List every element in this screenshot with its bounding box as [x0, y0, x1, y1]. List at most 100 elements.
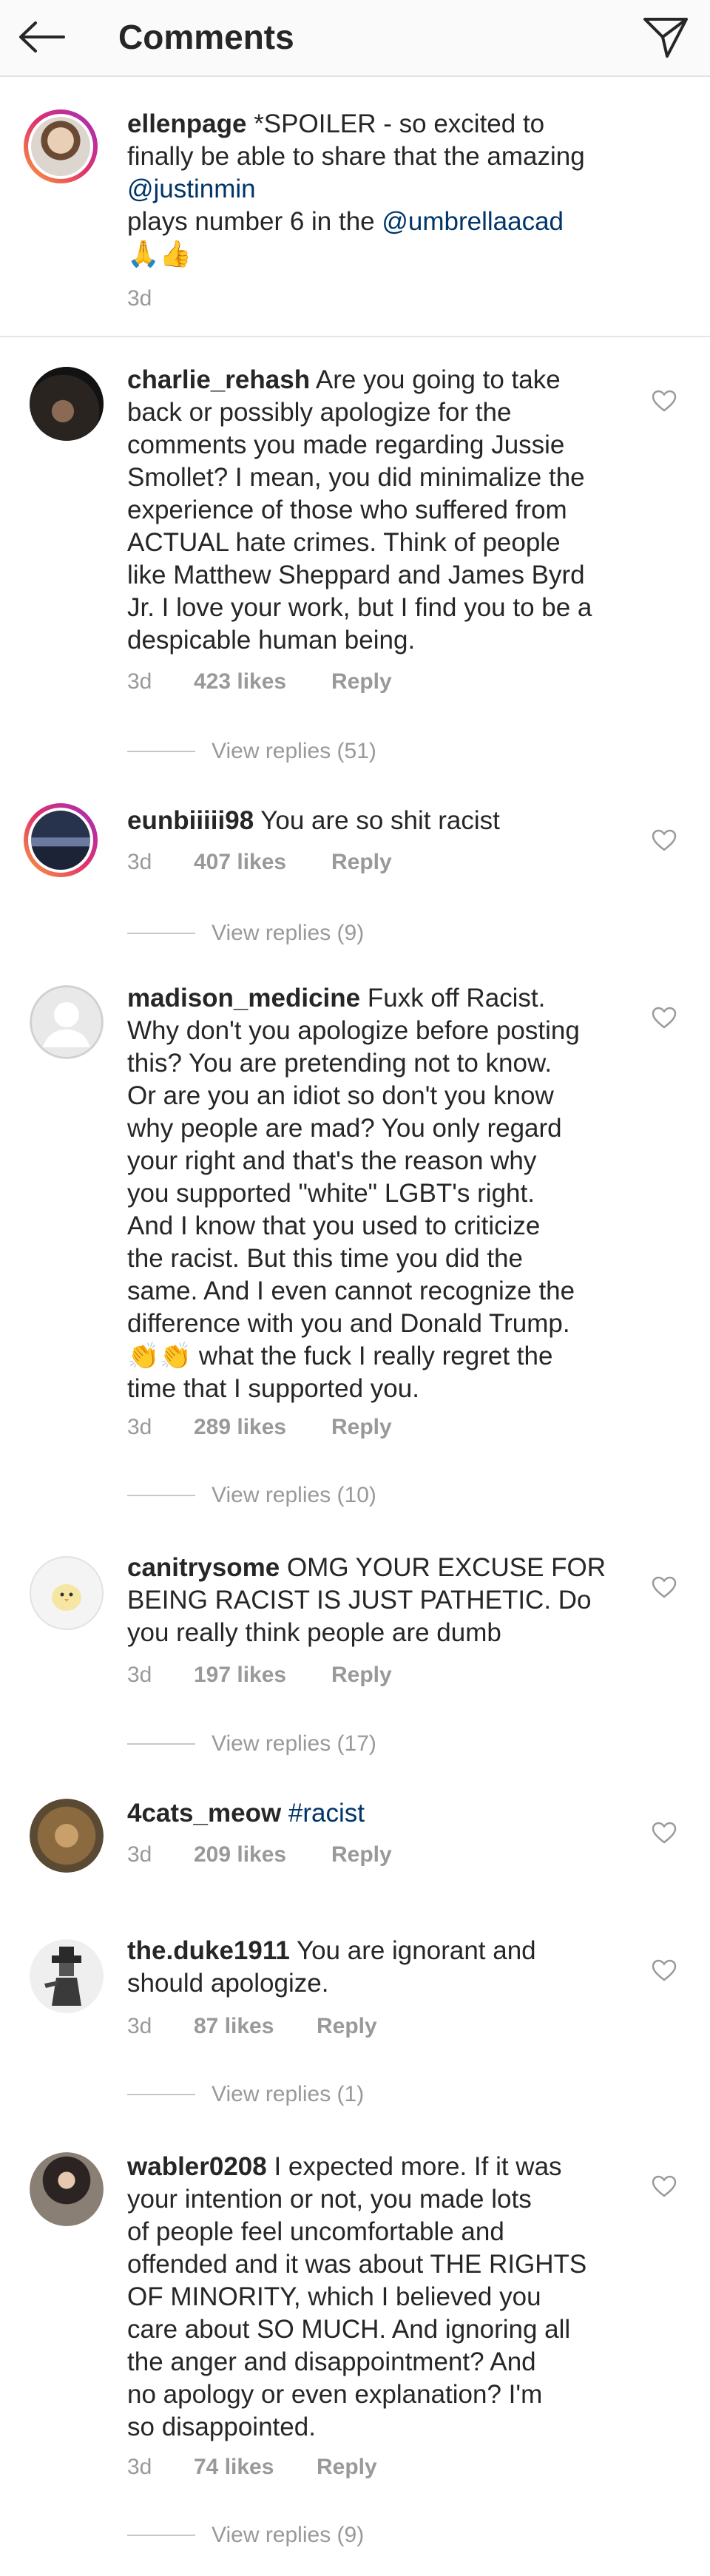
hashtag-link[interactable]: #racist [288, 1799, 365, 1828]
view-replies-label: View replies (9) [212, 921, 365, 945]
share-button[interactable] [639, 10, 692, 64]
reply-button[interactable]: Reply [331, 669, 392, 695]
comment-line: should apologize. [127, 1969, 329, 1998]
view-replies-button[interactable]: View replies (1) [127, 2080, 364, 2109]
comment-text: eunbiiiii98 You are so shit racist [127, 805, 630, 837]
like-button[interactable] [649, 1955, 679, 1985]
comment-line: 👏👏 what the fuck I really regret the [127, 1342, 553, 1370]
comment-line: Are you going to take [315, 365, 561, 394]
divider [127, 1743, 195, 1745]
mention-link[interactable]: @umbrellaacad [382, 207, 564, 236]
like-button[interactable] [649, 825, 679, 855]
comment-line: back or possibly apologize for the [127, 398, 512, 427]
comment-meta: 3d 197 likes Reply [127, 1662, 392, 1688]
like-button[interactable] [649, 2171, 679, 2201]
like-count[interactable]: 74 likes [194, 2454, 317, 2481]
post-caption: ellenpage *SPOILER - so excited to final… [0, 77, 710, 337]
comment-line: offended and it was about THE RIGHTS [127, 2250, 587, 2279]
comment-line: I expected more. If it was [274, 2152, 562, 2181]
comment-line: You are ignorant and [296, 1936, 536, 1965]
divider [127, 1495, 195, 1496]
comment-line: And I know that you used to criticize [127, 1211, 541, 1240]
reply-button[interactable]: Reply [331, 1414, 392, 1441]
comment-username[interactable]: madison_medicine [127, 984, 360, 1013]
timestamp: 3d [127, 1842, 152, 1867]
divider [127, 2535, 195, 2536]
top-bar: Comments [0, 0, 710, 77]
comment-line: Or are you an idiot so don't you know [127, 1081, 554, 1110]
comment-line: you really think people are dumb [127, 1618, 501, 1647]
caption-line-1: *SPOILER - so excited to [254, 109, 545, 138]
comment-text: madison_medicine Fuxk off Racist. Why do… [127, 982, 630, 1405]
post-username[interactable]: ellenpage [127, 109, 246, 138]
comment-username[interactable]: the.duke1911 [127, 1936, 290, 1965]
avatar[interactable] [30, 367, 104, 441]
reply-button[interactable]: Reply [317, 2454, 377, 2481]
avatar[interactable] [30, 985, 104, 1059]
comment-line: ACTUAL hate crimes. Think of people [127, 528, 561, 557]
comment-line: like Matthew Sheppard and James Byrd [127, 561, 585, 589]
like-count[interactable]: 87 likes [194, 2013, 317, 2040]
back-button[interactable] [18, 13, 77, 61]
like-button[interactable] [649, 1003, 679, 1032]
view-replies-button[interactable]: View replies (9) [127, 919, 364, 948]
comment-line: BEING RACIST IS JUST PATHETIC. Do [127, 1586, 592, 1615]
comment-username[interactable]: wabler0208 [127, 2152, 267, 2181]
reply-button[interactable]: Reply [331, 1662, 392, 1688]
divider [127, 933, 195, 934]
comment-username[interactable]: canitrysome [127, 1553, 280, 1582]
comment-line: your intention or not, you made lots [127, 2185, 532, 2214]
arrow-left-icon [19, 21, 65, 53]
view-replies-button[interactable]: View replies (9) [127, 2521, 364, 2550]
view-replies-label: View replies (17) [212, 1731, 376, 1756]
view-replies-button[interactable]: View replies (17) [127, 1729, 376, 1759]
comment-line: this? You are pretending not to know. [127, 1049, 552, 1078]
avatar[interactable] [30, 1556, 104, 1630]
mention-link[interactable]: @justinmin [127, 175, 256, 203]
reply-button[interactable]: Reply [331, 1842, 392, 1868]
like-button[interactable] [649, 1818, 679, 1848]
timestamp: 3d [127, 2014, 152, 2038]
like-count[interactable]: 423 likes [194, 669, 331, 695]
comment-username[interactable]: charlie_rehash [127, 365, 310, 394]
comment-username[interactable]: 4cats_meow [127, 1799, 281, 1828]
post-meta: 3d [127, 285, 194, 312]
chick-avatar-icon [52, 1584, 81, 1611]
comment-line: experience of those who suffered from [127, 496, 567, 524]
timestamp: 3d [127, 2455, 152, 2479]
page-title: Comments [118, 18, 294, 56]
comment-username[interactable]: eunbiiiii98 [127, 806, 254, 835]
view-replies-button[interactable]: View replies (51) [127, 737, 376, 766]
comment-text: wabler0208 I expected more. If it was yo… [127, 2151, 630, 2444]
timestamp: 3d [127, 669, 152, 694]
caption-emoji: 🙏👍 [127, 240, 192, 268]
comment-line: same. And I even cannot recognize the [127, 1277, 575, 1305]
comment-line: so disappointed. [127, 2413, 316, 2441]
divider [127, 751, 195, 752]
view-replies-button[interactable]: View replies (10) [127, 1481, 376, 1510]
comment-line: no apology or even explanation? I'm [127, 2380, 543, 2409]
reply-button[interactable]: Reply [331, 849, 392, 876]
like-count[interactable]: 197 likes [194, 1662, 331, 1688]
avatar[interactable] [24, 803, 98, 877]
like-count[interactable]: 209 likes [194, 1842, 331, 1868]
like-count[interactable]: 289 likes [194, 1414, 331, 1441]
comment-line: OF MINORITY, which I believed you [127, 2282, 541, 2311]
avatar[interactable] [30, 1799, 104, 1873]
avatar[interactable] [30, 2152, 104, 2226]
comment-line: Why don't you apologize before posting [127, 1016, 580, 1045]
comment-text: 4cats_meow #racist [127, 1797, 630, 1830]
comment-line: comments you made regarding Jussie [127, 430, 565, 459]
heart-icon [652, 390, 677, 412]
comment-line: difference with you and Donald Trump. [127, 1309, 570, 1338]
caption-line-3: plays number 6 in the [127, 207, 375, 236]
comment-line: you supported "white" LGBT's right. [127, 1179, 535, 1208]
like-button[interactable] [649, 1572, 679, 1602]
reply-button[interactable]: Reply [317, 2013, 377, 2040]
like-count[interactable]: 407 likes [194, 849, 331, 876]
comment-text: the.duke1911 You are ignorant and should… [127, 1935, 630, 2000]
avatar[interactable] [30, 1939, 104, 2013]
comment-line: your right and that's the reason why [127, 1146, 537, 1175]
avatar[interactable] [24, 109, 98, 183]
like-button[interactable] [649, 386, 679, 416]
